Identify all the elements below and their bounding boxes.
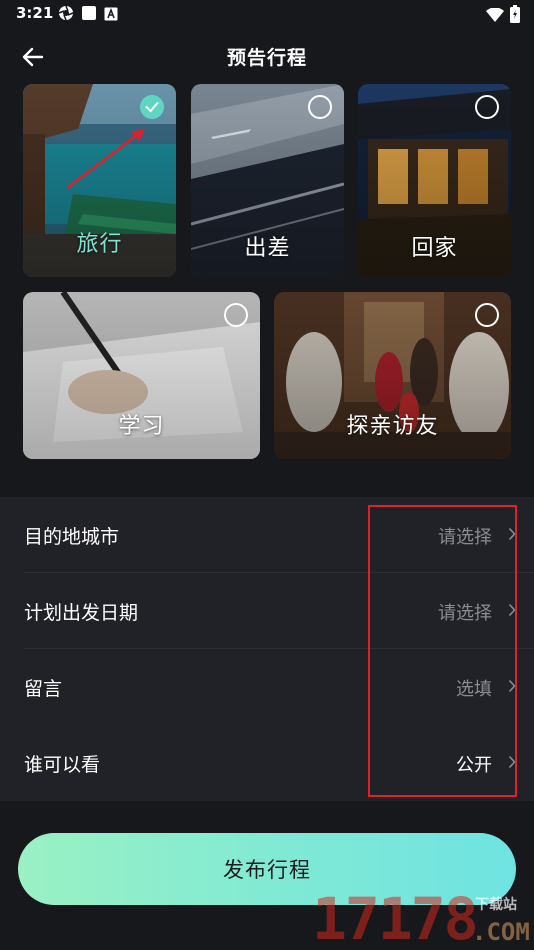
row-label: 目的地城市 xyxy=(24,526,120,548)
row-label: 留言 xyxy=(24,678,63,700)
unselected-radio-icon[interactable] xyxy=(475,95,499,119)
category-card-business[interactable]: 出差 xyxy=(191,84,344,277)
category-card-visit[interactable]: 探亲访友 xyxy=(274,292,511,459)
watermark-digits: 17178 xyxy=(312,885,479,950)
site-watermark: 17178 下载站 .COM xyxy=(312,888,534,950)
category-label-travel: 旅行 xyxy=(76,232,123,257)
unselected-radio-icon[interactable] xyxy=(308,95,332,119)
watermark-domain: .COM xyxy=(472,918,530,946)
selected-check-icon[interactable] xyxy=(140,95,164,119)
row-label: 谁可以看 xyxy=(24,754,101,776)
category-label-home: 回家 xyxy=(411,236,458,261)
page-title: 预告行程 xyxy=(226,47,307,69)
category-label-visit: 探亲访友 xyxy=(346,414,439,439)
notification-square-icon xyxy=(81,5,97,25)
status-time: 3:21 xyxy=(16,4,54,22)
category-card-home[interactable]: 回家 xyxy=(358,84,511,277)
app-a-icon xyxy=(104,6,118,25)
category-label-study: 学习 xyxy=(118,414,165,439)
category-card-travel[interactable]: 旅行 xyxy=(23,84,176,277)
row-label: 计划出发日期 xyxy=(24,602,139,624)
wifi-icon xyxy=(486,6,504,26)
aperture-icon xyxy=(58,5,74,25)
battery-icon xyxy=(510,5,520,27)
status-bar: 3:21 xyxy=(0,0,534,28)
watermark-site-label: 下载站 xyxy=(475,897,517,913)
header: 预告行程 xyxy=(0,36,534,76)
category-label-business: 出差 xyxy=(244,236,291,261)
highlight-box xyxy=(368,505,517,797)
unselected-radio-icon[interactable] xyxy=(224,303,248,327)
red-annotation-arrow-icon xyxy=(66,129,145,189)
publish-button-label: 发布行程 xyxy=(223,858,311,882)
category-card-study[interactable]: 学习 xyxy=(23,292,260,459)
unselected-radio-icon[interactable] xyxy=(475,303,499,327)
